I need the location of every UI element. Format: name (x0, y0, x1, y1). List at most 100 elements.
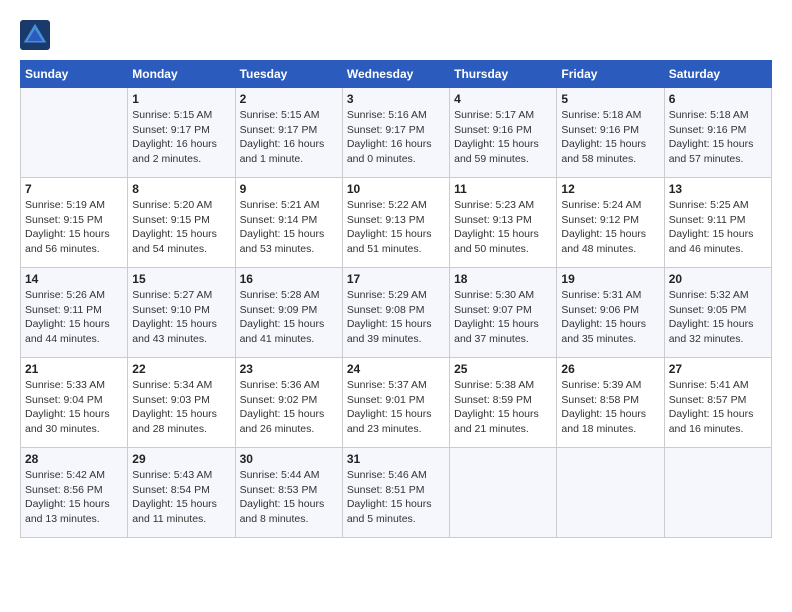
day-info: Sunrise: 5:38 AM Sunset: 8:59 PM Dayligh… (454, 378, 552, 437)
day-info: Sunrise: 5:43 AM Sunset: 8:54 PM Dayligh… (132, 468, 230, 527)
calendar-cell: 25 Sunrise: 5:38 AM Sunset: 8:59 PM Dayli… (450, 358, 557, 448)
calendar-cell: 23 Sunrise: 5:36 AM Sunset: 9:02 PM Dayli… (235, 358, 342, 448)
calendar-cell: 7 Sunrise: 5:19 AM Sunset: 9:15 PM Daylig… (21, 178, 128, 268)
day-info: Sunrise: 5:26 AM Sunset: 9:11 PM Dayligh… (25, 288, 123, 347)
day-number: 29 (132, 452, 230, 466)
day-info: Sunrise: 5:31 AM Sunset: 9:06 PM Dayligh… (561, 288, 659, 347)
day-info: Sunrise: 5:46 AM Sunset: 8:51 PM Dayligh… (347, 468, 445, 527)
day-number: 20 (669, 272, 767, 286)
day-number: 14 (25, 272, 123, 286)
weekday-header-monday: Monday (128, 61, 235, 88)
day-number: 1 (132, 92, 230, 106)
day-info: Sunrise: 5:21 AM Sunset: 9:14 PM Dayligh… (240, 198, 338, 257)
day-number: 9 (240, 182, 338, 196)
day-info: Sunrise: 5:33 AM Sunset: 9:04 PM Dayligh… (25, 378, 123, 437)
day-info: Sunrise: 5:30 AM Sunset: 9:07 PM Dayligh… (454, 288, 552, 347)
day-number: 10 (347, 182, 445, 196)
calendar-header: SundayMondayTuesdayWednesdayThursdayFrid… (21, 61, 772, 88)
day-number: 7 (25, 182, 123, 196)
day-info: Sunrise: 5:29 AM Sunset: 9:08 PM Dayligh… (347, 288, 445, 347)
calendar-cell: 21 Sunrise: 5:33 AM Sunset: 9:04 PM Dayli… (21, 358, 128, 448)
calendar-cell: 22Sunrise: 5:34 AM Sunset: 9:03 PM Dayli… (128, 358, 235, 448)
day-info: Sunrise: 5:27 AM Sunset: 9:10 PM Dayligh… (132, 288, 230, 347)
calendar-cell: 5 Sunrise: 5:18 AM Sunset: 9:16 PM Daylig… (557, 88, 664, 178)
calendar-cell (664, 448, 771, 538)
calendar-cell: 12 Sunrise: 5:24 AM Sunset: 9:12 PM Dayli… (557, 178, 664, 268)
calendar-cell: 11 Sunrise: 5:23 AM Sunset: 9:13 PM Dayli… (450, 178, 557, 268)
day-number: 26 (561, 362, 659, 376)
calendar-cell: 28Sunrise: 5:42 AM Sunset: 8:56 PM Dayli… (21, 448, 128, 538)
calendar-cell: 10Sunrise: 5:22 AM Sunset: 9:13 PM Dayli… (342, 178, 449, 268)
day-info: Sunrise: 5:37 AM Sunset: 9:01 PM Dayligh… (347, 378, 445, 437)
calendar-cell: 27 Sunrise: 5:41 AM Sunset: 8:57 PM Dayli… (664, 358, 771, 448)
calendar-cell: 30Sunrise: 5:44 AM Sunset: 8:53 PM Dayli… (235, 448, 342, 538)
day-number: 4 (454, 92, 552, 106)
calendar-cell (21, 88, 128, 178)
day-info: Sunrise: 5:25 AM Sunset: 9:11 PM Dayligh… (669, 198, 767, 257)
day-info: Sunrise: 5:16 AM Sunset: 9:17 PM Dayligh… (347, 108, 445, 167)
day-number: 23 (240, 362, 338, 376)
day-info: Sunrise: 5:15 AM Sunset: 9:17 PM Dayligh… (240, 108, 338, 167)
weekday-header-tuesday: Tuesday (235, 61, 342, 88)
weekday-header-thursday: Thursday (450, 61, 557, 88)
calendar-week-row: 7 Sunrise: 5:19 AM Sunset: 9:15 PM Daylig… (21, 178, 772, 268)
weekday-header-friday: Friday (557, 61, 664, 88)
calendar-cell: 3 Sunrise: 5:16 AM Sunset: 9:17 PM Daylig… (342, 88, 449, 178)
day-info: Sunrise: 5:18 AM Sunset: 9:16 PM Dayligh… (669, 108, 767, 167)
weekday-header-wednesday: Wednesday (342, 61, 449, 88)
calendar-cell: 2 Sunrise: 5:15 AM Sunset: 9:17 PM Daylig… (235, 88, 342, 178)
page-header (20, 20, 772, 50)
calendar-cell: 13Sunrise: 5:25 AM Sunset: 9:11 PM Dayli… (664, 178, 771, 268)
calendar-cell: 1 Sunrise: 5:15 AM Sunset: 9:17 PM Daylig… (128, 88, 235, 178)
day-info: Sunrise: 5:44 AM Sunset: 8:53 PM Dayligh… (240, 468, 338, 527)
day-number: 11 (454, 182, 552, 196)
calendar-week-row: 21 Sunrise: 5:33 AM Sunset: 9:04 PM Dayli… (21, 358, 772, 448)
day-info: Sunrise: 5:36 AM Sunset: 9:02 PM Dayligh… (240, 378, 338, 437)
day-info: Sunrise: 5:17 AM Sunset: 9:16 PM Dayligh… (454, 108, 552, 167)
weekday-header-row: SundayMondayTuesdayWednesdayThursdayFrid… (21, 61, 772, 88)
day-number: 31 (347, 452, 445, 466)
calendar-week-row: 1 Sunrise: 5:15 AM Sunset: 9:17 PM Daylig… (21, 88, 772, 178)
weekday-header-saturday: Saturday (664, 61, 771, 88)
day-number: 24 (347, 362, 445, 376)
day-number: 16 (240, 272, 338, 286)
day-info: Sunrise: 5:18 AM Sunset: 9:16 PM Dayligh… (561, 108, 659, 167)
calendar-cell: 14 Sunrise: 5:26 AM Sunset: 9:11 PM Dayli… (21, 268, 128, 358)
calendar-week-row: 14 Sunrise: 5:26 AM Sunset: 9:11 PM Dayli… (21, 268, 772, 358)
day-info: Sunrise: 5:24 AM Sunset: 9:12 PM Dayligh… (561, 198, 659, 257)
day-number: 18 (454, 272, 552, 286)
calendar-cell: 16 Sunrise: 5:28 AM Sunset: 9:09 PM Dayli… (235, 268, 342, 358)
day-info: Sunrise: 5:19 AM Sunset: 9:15 PM Dayligh… (25, 198, 123, 257)
day-number: 27 (669, 362, 767, 376)
day-info: Sunrise: 5:28 AM Sunset: 9:09 PM Dayligh… (240, 288, 338, 347)
day-number: 22 (132, 362, 230, 376)
logo-icon (20, 20, 50, 50)
day-number: 21 (25, 362, 123, 376)
calendar-body: 1 Sunrise: 5:15 AM Sunset: 9:17 PM Daylig… (21, 88, 772, 538)
day-info: Sunrise: 5:41 AM Sunset: 8:57 PM Dayligh… (669, 378, 767, 437)
day-info: Sunrise: 5:39 AM Sunset: 8:58 PM Dayligh… (561, 378, 659, 437)
day-number: 12 (561, 182, 659, 196)
day-number: 3 (347, 92, 445, 106)
day-number: 6 (669, 92, 767, 106)
calendar-cell (450, 448, 557, 538)
day-info: Sunrise: 5:15 AM Sunset: 9:17 PM Dayligh… (132, 108, 230, 167)
day-info: Sunrise: 5:42 AM Sunset: 8:56 PM Dayligh… (25, 468, 123, 527)
day-number: 15 (132, 272, 230, 286)
day-info: Sunrise: 5:20 AM Sunset: 9:15 PM Dayligh… (132, 198, 230, 257)
calendar-cell (557, 448, 664, 538)
calendar-week-row: 28Sunrise: 5:42 AM Sunset: 8:56 PM Dayli… (21, 448, 772, 538)
day-number: 5 (561, 92, 659, 106)
day-number: 8 (132, 182, 230, 196)
calendar-cell: 26 Sunrise: 5:39 AM Sunset: 8:58 PM Dayli… (557, 358, 664, 448)
calendar-cell: 19Sunrise: 5:31 AM Sunset: 9:06 PM Dayli… (557, 268, 664, 358)
calendar-cell: 6 Sunrise: 5:18 AM Sunset: 9:16 PM Daylig… (664, 88, 771, 178)
logo (20, 20, 54, 50)
calendar-table: SundayMondayTuesdayWednesdayThursdayFrid… (20, 60, 772, 538)
weekday-header-sunday: Sunday (21, 61, 128, 88)
day-number: 2 (240, 92, 338, 106)
calendar-cell: 20Sunrise: 5:32 AM Sunset: 9:05 PM Dayli… (664, 268, 771, 358)
day-number: 25 (454, 362, 552, 376)
day-info: Sunrise: 5:23 AM Sunset: 9:13 PM Dayligh… (454, 198, 552, 257)
calendar-cell: 9 Sunrise: 5:21 AM Sunset: 9:14 PM Daylig… (235, 178, 342, 268)
